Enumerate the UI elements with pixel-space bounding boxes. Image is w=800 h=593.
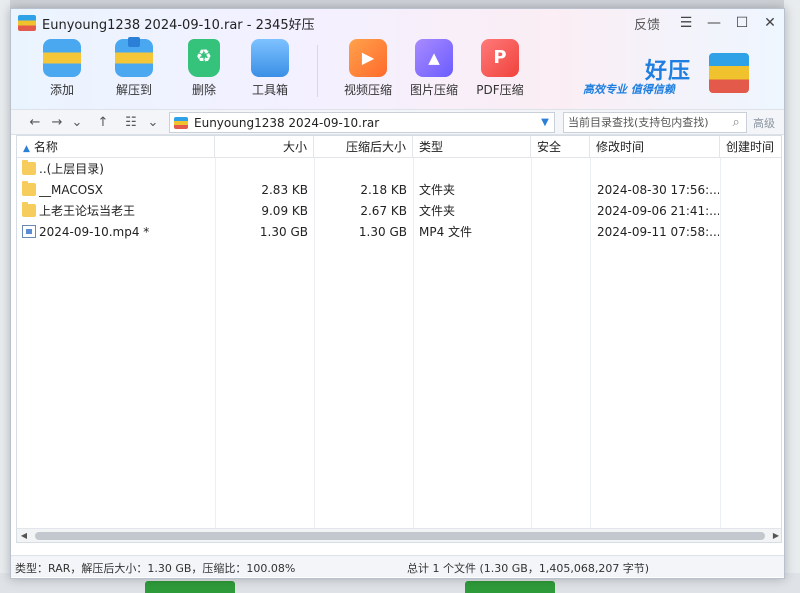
background-button [465,581,555,593]
file-size: 2.83 KB [261,183,308,197]
search-box: ⌕ [563,112,747,133]
window-title: Eunyoung1238 2024-09-10.rar - 2345好压 [42,17,315,33]
toolbar-divider [317,45,318,97]
archive-icon [174,116,188,129]
toolbox-icon [251,39,289,77]
view-dropdown-icon[interactable]: ⌄ [143,113,163,133]
column-header-size[interactable]: 大小 [215,136,314,158]
forward-arrow-icon[interactable]: → [47,113,67,133]
video-file-icon [22,225,36,238]
scrollbar-thumb[interactable] [35,532,765,540]
background-window-edge [784,0,800,593]
advanced-search-link[interactable]: 高级 [753,115,775,131]
address-bar: ← → ⌄ ↑ ☷ ⌄ Eunyoung1238 2024-09-10.rar … [11,109,784,135]
file-name: 2024-09-10.mp4 * [39,225,150,239]
extract-label: 解压到 [115,83,152,97]
toolbox-label: 工具箱 [251,83,288,97]
column-header-packed-size[interactable]: 压缩后大小 [314,136,413,158]
extract-to-button[interactable]: 解压到 [99,37,169,103]
archive-window: Eunyoung1238 2024-09-10.rar - 2345好压 反馈 … [10,8,785,579]
file-name: 上老王论坛当老王 [39,204,136,218]
image-compress-icon [415,39,453,77]
title-bar: Eunyoung1238 2024-09-10.rar - 2345好压 反馈 … [11,9,784,37]
add-button[interactable]: 添加 [27,37,97,103]
file-name: __MACOSX [39,183,104,197]
image-compress-label: 图片压缩 [409,83,458,97]
maximize-icon[interactable]: ☐ [728,9,756,37]
video-compress-button[interactable]: 视频压缩 [333,37,403,103]
file-size: 1.30 GB [259,225,308,239]
close-icon[interactable]: ✕ [756,9,784,37]
list-header: ▲ 名称 大小 压缩后大小 类型 安全 修改时间 创建时间 [17,136,781,158]
status-bar: 类型：RAR，解压后大小：1.30 GB，压缩比：100.08% 总计 1 个文… [11,555,784,577]
path-field[interactable]: Eunyoung1238 2024-09-10.rar ▼ [169,112,555,133]
folder-icon [22,202,36,217]
scroll-left-icon[interactable]: ◀ [17,529,31,542]
file-packed-size: 2.67 KB [360,204,407,218]
history-dropdown-icon[interactable]: ⌄ [67,113,87,133]
add-label: 添加 [49,83,74,97]
file-list: ▲ 名称 大小 压缩后大小 类型 安全 修改时间 创建时间 ..(上层目录) __… [16,135,782,543]
hamburger-icon[interactable]: ☰ [672,9,700,37]
back-arrow-icon[interactable]: ← [25,113,45,133]
file-total: 总计 1 个文件 (1.30 GB，1,405,068,207 字节) [407,562,650,575]
pdf-compress-button[interactable]: PDF压缩 [465,37,535,103]
scroll-right-icon[interactable]: ▶ [769,529,781,542]
column-header-security[interactable]: 安全 [531,136,590,158]
file-packed-size: 2.18 KB [360,183,407,197]
file-type: 文件夹 [419,183,456,197]
folder-icon [22,160,36,175]
background-button [145,581,235,593]
view-mode-icon[interactable]: ☷ [121,113,141,133]
video-compress-label: 视频压缩 [343,83,392,97]
path-dropdown-icon[interactable]: ▼ [536,117,554,128]
delete-button[interactable]: 删除 [169,37,239,103]
column-header-created[interactable]: 创建时间 [720,136,781,158]
feedback-link[interactable]: 反馈 [634,14,660,33]
search-icon[interactable]: ⌕ [726,115,746,130]
brand-logo: 好压 高效专业 值得信赖 [581,53,781,99]
path-text: Eunyoung1238 2024-09-10.rar [194,115,380,130]
background-window-edge [0,0,10,593]
archive-summary: 类型：RAR，解压后大小：1.30 GB，压缩比：100.08% [15,562,296,575]
table-row[interactable]: __MACOSX 2.83 KB 2.18 KB 文件夹 2024-08-30 … [17,180,781,201]
pdf-compress-label: PDF压缩 [476,83,524,97]
brand-slogan: 高效专业 值得信赖 [583,83,675,96]
minimize-icon[interactable]: — [700,9,728,37]
column-name-label: 名称 [33,140,58,154]
column-header-name[interactable]: ▲ 名称 [17,136,215,158]
search-input[interactable] [568,116,727,129]
app-logo-icon [18,15,36,31]
image-compress-button[interactable]: 图片压缩 [399,37,469,103]
folder-icon [22,181,36,196]
extract-icon [115,37,153,77]
file-modified: 2024-09-11 07:58:... [597,225,719,239]
up-folder-icon[interactable]: ↑ [93,113,113,133]
window-controls: 反馈 ☰ — ☐ ✕ [634,9,784,37]
table-row[interactable]: ..(上层目录) [17,159,781,180]
column-header-modified[interactable]: 修改时间 [590,136,720,158]
file-name: ..(上层目录) [39,162,104,176]
video-compress-icon [349,39,387,77]
recycle-delete-icon [188,39,220,77]
file-size: 9.09 KB [261,204,308,218]
header-area: Eunyoung1238 2024-09-10.rar - 2345好压 反馈 … [11,9,784,109]
column-header-type[interactable]: 类型 [413,136,531,158]
brand-archive-icon [709,53,749,93]
delete-label: 删除 [191,83,216,97]
sort-up-icon: ▲ [23,144,30,154]
table-row[interactable]: 上老王论坛当老王 9.09 KB 2.67 KB 文件夹 2024-09-06 … [17,201,781,222]
file-modified: 2024-09-06 21:41:... [597,204,719,218]
toolbox-button[interactable]: 工具箱 [235,37,305,103]
table-row[interactable]: 2024-09-10.mp4 * 1.30 GB 1.30 GB MP4 文件 … [17,222,781,243]
add-archive-icon [43,39,81,77]
file-packed-size: 1.30 GB [358,225,407,239]
file-type: MP4 文件 [419,225,473,239]
horizontal-scrollbar[interactable]: ◀ ▶ [17,528,781,542]
file-type: 文件夹 [419,204,456,218]
pdf-compress-icon [481,39,519,77]
file-modified: 2024-08-30 17:56:... [597,183,719,197]
